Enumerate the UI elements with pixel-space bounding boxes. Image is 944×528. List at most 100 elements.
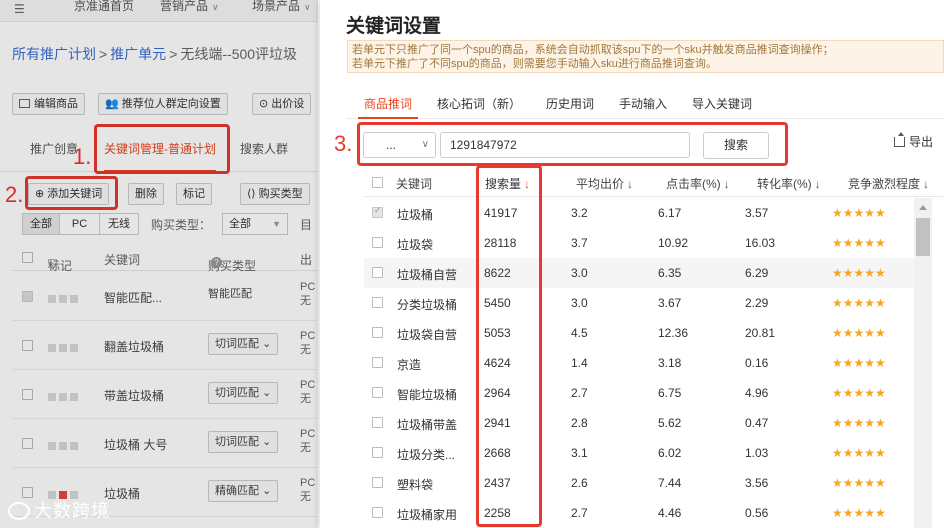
tab-creative[interactable]: 推广创意 bbox=[30, 140, 78, 157]
buy-type-select[interactable]: 精确匹配 ⌄ bbox=[208, 480, 279, 502]
competition-stars: ★★★★★ bbox=[832, 236, 886, 250]
sort-icon: ↓ bbox=[814, 177, 821, 191]
filter-pc[interactable]: PC bbox=[59, 213, 100, 235]
chevron-down-icon: ⌄ bbox=[262, 485, 272, 497]
col-competition[interactable]: 竞争激烈程度 ↓ bbox=[848, 175, 929, 192]
chevron-down-icon: ⌄ bbox=[262, 387, 272, 399]
menu-icon[interactable]: ☰ bbox=[14, 2, 25, 16]
row-checkbox[interactable] bbox=[372, 417, 383, 428]
keyword-text: 垃圾袋 bbox=[397, 238, 434, 252]
tab-manual-input[interactable]: 手动输入 bbox=[619, 95, 667, 112]
breadcrumb-unit[interactable]: 推广单元 bbox=[110, 46, 166, 62]
mark-flags[interactable] bbox=[48, 341, 81, 355]
device-text: PC 无 bbox=[300, 477, 316, 503]
keyword-text: 垃圾桶家用 bbox=[397, 508, 458, 522]
nav-home[interactable]: 京准通首页 bbox=[74, 0, 134, 14]
scroll-up-icon[interactable] bbox=[919, 205, 927, 210]
tab-history-keywords[interactable]: 历史用词 bbox=[546, 95, 594, 112]
tab-import-keywords[interactable]: 导入关键词 bbox=[692, 95, 752, 112]
buy-type-select[interactable]: 切词匹配 ⌄ bbox=[208, 431, 279, 453]
bid-icon: ⊙ bbox=[259, 98, 269, 110]
tab-product-keywords[interactable]: 商品推词 bbox=[358, 95, 419, 119]
edit-icon bbox=[19, 99, 30, 108]
avg-bid-value: 3.0 bbox=[571, 296, 588, 310]
competition-stars: ★★★★★ bbox=[832, 326, 886, 340]
keyword-row[interactable]: 分类垃圾桶 5450 3.0 3.67 2.29 ★★★★★ bbox=[364, 288, 914, 318]
mark-flags[interactable] bbox=[48, 439, 81, 453]
keyword-row[interactable]: 垃圾桶带盖 2941 2.8 5.62 0.47 ★★★★★ bbox=[364, 408, 914, 438]
filter-extra-label: 目 bbox=[300, 218, 313, 232]
buy-type-select[interactable]: 切词匹配 ⌄ bbox=[208, 382, 279, 404]
ctr-value: 5.62 bbox=[658, 416, 682, 430]
cvr-value: 0.56 bbox=[745, 506, 769, 520]
edit-goods-button[interactable]: 编辑商品 bbox=[12, 93, 85, 115]
delete-button[interactable]: 删除 bbox=[128, 183, 164, 205]
select-all-checkbox[interactable] bbox=[372, 177, 383, 188]
keyword-row[interactable]: 垃圾桶自营 8622 3.0 6.35 6.29 ★★★★★ bbox=[364, 258, 914, 288]
buy-type-filter-select[interactable]: 全部 ▼ bbox=[222, 213, 288, 235]
mark-flags[interactable] bbox=[48, 292, 81, 306]
filter-icon[interactable]: ⛉ bbox=[48, 257, 57, 272]
row-checkbox[interactable] bbox=[372, 447, 383, 458]
avg-bid-value: 3.2 bbox=[571, 206, 588, 220]
col-bid: 出 bbox=[300, 253, 313, 267]
competition-stars: ★★★★★ bbox=[832, 386, 886, 400]
nav-scene-products[interactable]: 场景产品 ∨ bbox=[252, 0, 311, 14]
row-checkbox[interactable] bbox=[22, 389, 33, 400]
tab-core-expansion[interactable]: 核心拓词（新） bbox=[437, 95, 521, 112]
keyword-row[interactable]: 垃圾桶家用 2258 2.7 4.46 0.56 ★★★★★ bbox=[364, 498, 914, 528]
keyword-row[interactable]: 垃圾袋自营 5053 4.5 12.36 20.81 ★★★★★ bbox=[364, 318, 914, 348]
buy-type-select[interactable]: 切词匹配 ⌄ bbox=[208, 333, 279, 355]
keyword-row[interactable]: 塑料袋 2437 2.6 7.44 3.56 ★★★★★ bbox=[364, 468, 914, 498]
keyword-row[interactable]: 垃圾袋 28118 3.7 10.92 16.03 ★★★★★ bbox=[364, 228, 914, 258]
mark-button[interactable]: 标记 bbox=[176, 183, 212, 205]
mark-flags[interactable] bbox=[48, 390, 81, 404]
tab-search-crowd[interactable]: 搜索人群 bbox=[240, 140, 288, 157]
export-button[interactable]: 导出 bbox=[894, 132, 933, 150]
keyword-text: 垃圾桶自营 bbox=[397, 268, 458, 282]
row-checkbox[interactable] bbox=[372, 507, 383, 518]
competition-stars: ★★★★★ bbox=[832, 206, 886, 220]
col-cvr[interactable]: 转化率(%) ↓ bbox=[757, 175, 821, 192]
ctr-value: 7.44 bbox=[658, 476, 682, 490]
scrollbar-thumb[interactable] bbox=[916, 218, 930, 256]
help-icon[interactable]: ? bbox=[211, 257, 222, 268]
buy-type-button[interactable]: ⟨⟩ 购买类型 bbox=[240, 183, 310, 205]
scrollbar[interactable] bbox=[914, 198, 932, 528]
keyword-text: 智能垃圾桶 bbox=[397, 388, 458, 402]
chevron-down-icon: ⌄ bbox=[262, 338, 272, 350]
nav-marketing-products[interactable]: 营销产品 ∨ bbox=[160, 0, 219, 14]
notice-line-1: 若单元下只推广了同一个spu的商品，系统会自动抓取该spu下的一个sku并触发商… bbox=[352, 44, 834, 56]
competition-stars: ★★★★★ bbox=[832, 266, 886, 280]
sort-icon: ↓ bbox=[723, 177, 730, 191]
row-checkbox[interactable] bbox=[372, 237, 383, 248]
breadcrumb-all-plans[interactable]: 所有推广计划 bbox=[12, 46, 96, 62]
filter-all[interactable]: 全部 bbox=[22, 213, 60, 235]
select-all-checkbox[interactable] bbox=[22, 252, 33, 263]
keyword-row[interactable]: 垃圾分类... 2668 3.1 6.02 1.03 ★★★★★ bbox=[364, 438, 914, 468]
filter-wireless[interactable]: 无线 bbox=[99, 213, 139, 235]
row-checkbox[interactable] bbox=[372, 297, 383, 308]
row-checkbox[interactable] bbox=[372, 387, 383, 398]
recommend-crowd-button[interactable]: 👥 推荐位人群定向设置 bbox=[98, 93, 228, 115]
cvr-value: 1.03 bbox=[745, 446, 769, 460]
table-row: 垃圾桶 大号 切词匹配 ⌄ PC 无 bbox=[12, 419, 318, 468]
notice-line-2: 若单元下推广了不同spu的商品，则需要您手动输入sku进行商品推词查询。 bbox=[352, 58, 717, 70]
row-checkbox[interactable] bbox=[22, 291, 33, 302]
keyword-row[interactable]: 垃圾桶419173.26.173.57★★★★★ bbox=[364, 198, 914, 228]
keyword-text: 翻盖垃圾桶 bbox=[104, 340, 165, 354]
row-checkbox[interactable] bbox=[372, 267, 383, 278]
row-checkbox[interactable] bbox=[22, 340, 33, 351]
keyword-row[interactable]: 京造 4624 1.4 3.18 0.16 ★★★★★ bbox=[364, 348, 914, 378]
row-checkbox[interactable] bbox=[372, 477, 383, 488]
col-avg-bid[interactable]: 平均出价 ↓ bbox=[576, 175, 633, 192]
row-checkbox[interactable] bbox=[22, 438, 33, 449]
cvr-value: 4.96 bbox=[745, 386, 769, 400]
row-checkbox[interactable] bbox=[372, 357, 383, 368]
keyword-row[interactable]: 智能垃圾桶 2964 2.7 6.75 4.96 ★★★★★ bbox=[364, 378, 914, 408]
annotation-box-search-volume bbox=[476, 165, 542, 527]
col-ctr[interactable]: 点击率(%) ↓ bbox=[666, 175, 730, 192]
row-checkbox[interactable] bbox=[372, 327, 383, 338]
chevron-down-icon: ⌄ bbox=[262, 436, 272, 448]
bid-settings-button[interactable]: ⊙ 出价设 bbox=[252, 93, 312, 115]
